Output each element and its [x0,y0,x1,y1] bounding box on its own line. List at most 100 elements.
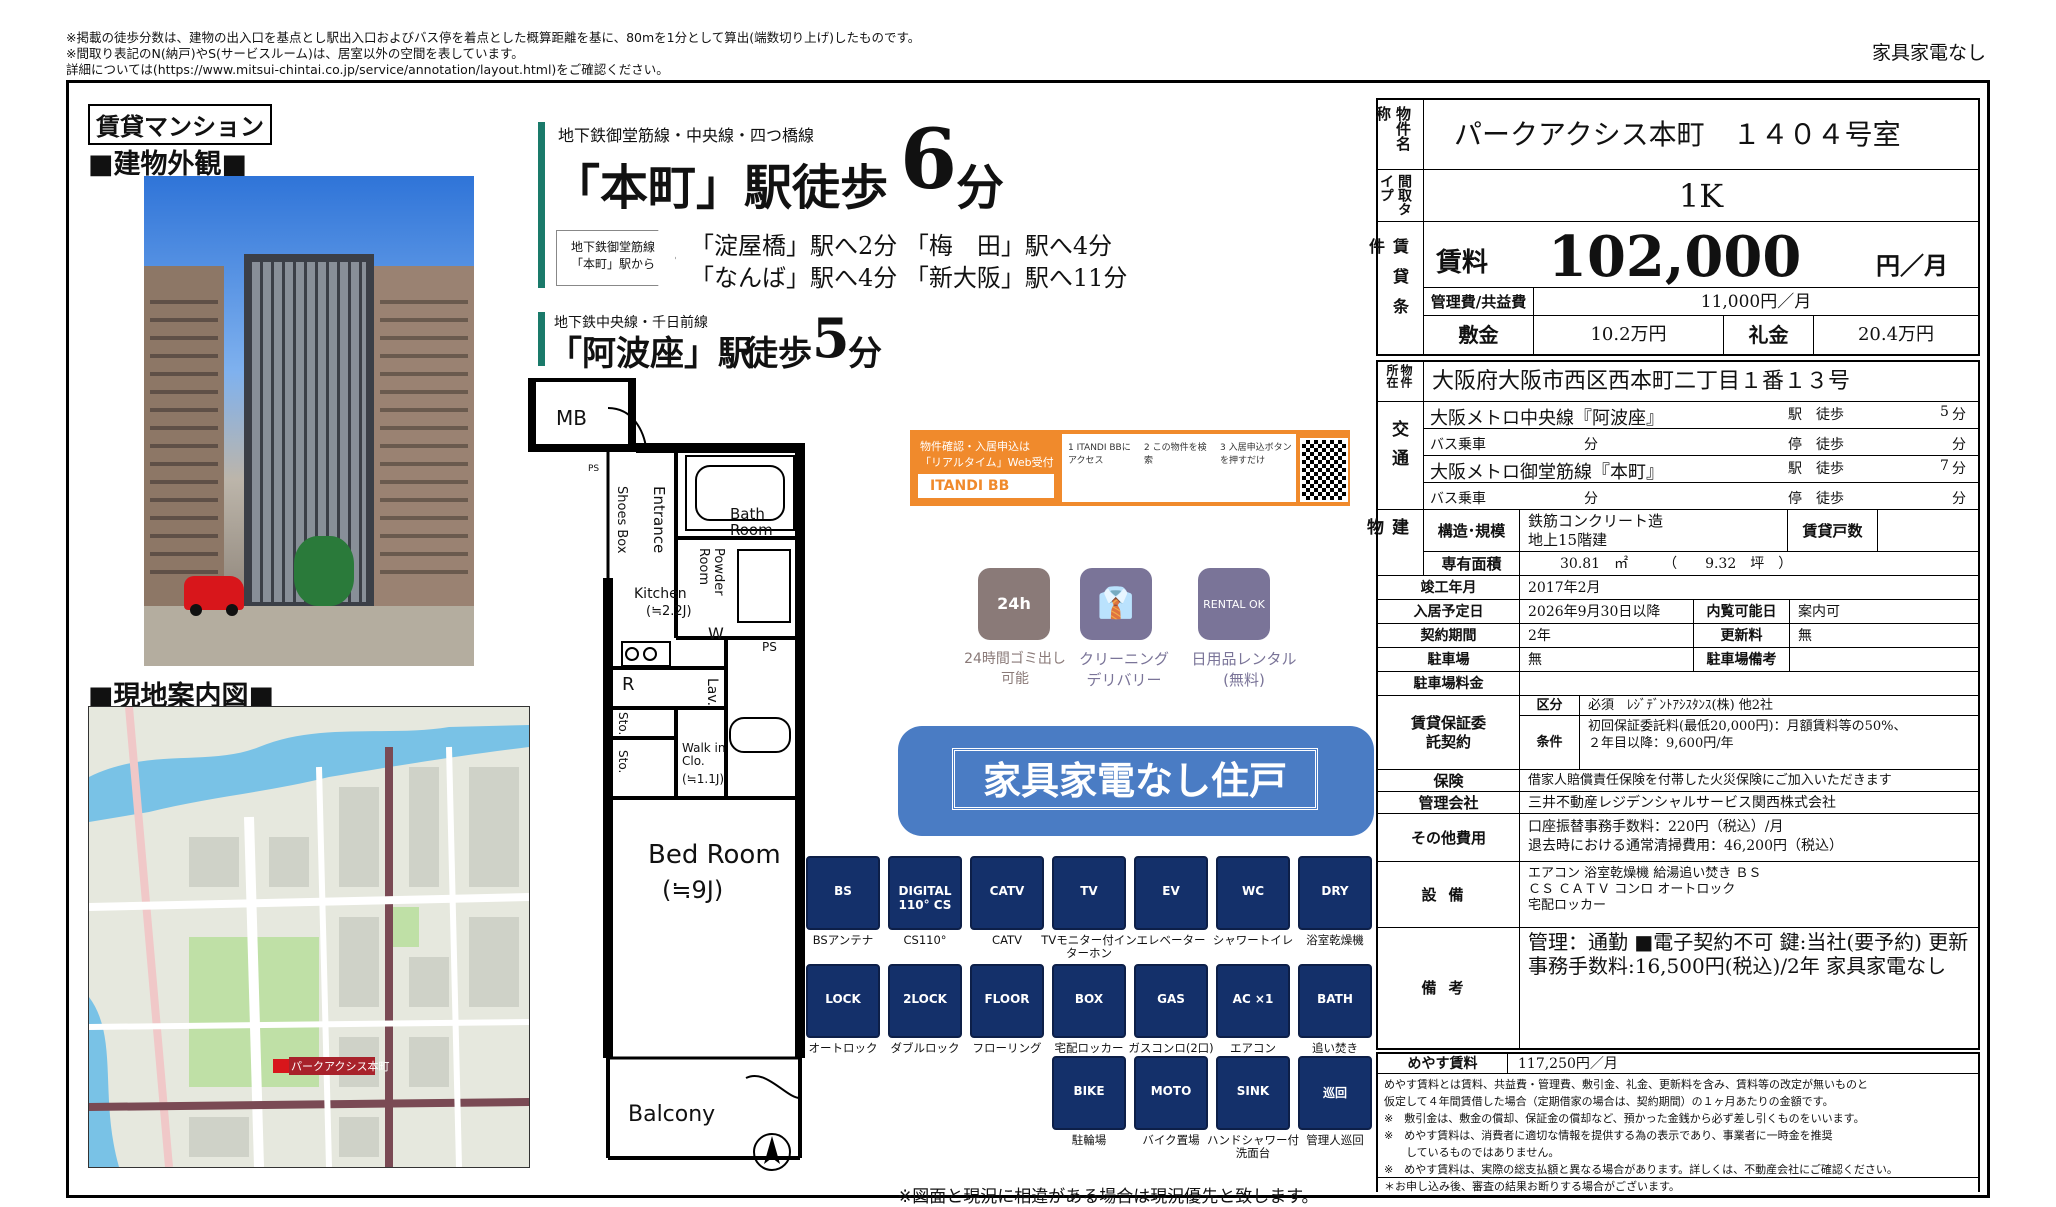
access-bar [538,122,545,288]
rent-row: 賃料 102,000 円／月 [1424,222,1978,290]
walk2-prefix: 徒歩 [744,334,812,374]
built-value: 2017年2月 [1520,576,1978,600]
meyasu-value: 117,250円／月 [1508,1054,1978,1074]
traffic-line: バス乗車 [1430,491,1486,507]
traffic-minutes: 5 [1940,404,1949,420]
kitchen-label: Kitchen [634,586,687,602]
ps2-label: PS [762,640,777,654]
mgmt-label: 管理費/共益費 [1424,288,1534,316]
equipment-value: エアコン 浴室乾燥機 給湯追い焚き ＢＳ ＣＳ ＣＡＴＶ コンロ オートロック … [1520,862,1978,928]
itandi-text2: 「リアルタイム」Web受付 [920,456,1054,469]
units-label: 賃貸戸数 [1788,510,1878,552]
type-label: 間取タイプ [1378,170,1424,222]
furniture-banner-text: 家具家電なし住戸 [952,748,1318,810]
period-value: 2年 [1520,624,1694,648]
deposit-label: 敷金 [1424,316,1534,354]
meyasu-notes: めやす賃料とは賃料、共益費・管理費、敷引金、礼金、更新料を含み、賃料等の改定が無… [1378,1074,1978,1178]
traffic-line: 大阪メトロ中央線『阿波座』 [1430,408,1664,429]
powder-label: Powder Room [696,548,726,596]
service-label-cleaning: クリーニング デリバリー [1078,650,1169,689]
building-label: 建物 [1363,510,1424,576]
elevator-icon: EV [1134,856,1208,930]
equipment-label: 設備 [1378,862,1520,928]
building-photo [144,176,474,666]
lav-label: Lav. [704,678,720,707]
remarks-label: 備考 [1378,928,1520,1048]
itandi-text1: 物件確認・入居申込は [920,440,1030,453]
entrance-label: Entrance [650,486,668,554]
equip-glyph: 2LOCK [903,992,947,1006]
service-label-rental: 日用品レンタル (無料) [1191,650,1297,689]
company-label: 管理会社 [1378,792,1520,814]
route-times-1: 「淀屋橋」駅へ2分 「梅 田」駅へ4分 [690,232,1113,260]
catv-icon: CATV [970,856,1044,930]
renew-value: 無 [1790,624,1978,648]
meyasu-note-line: ※ めやす賃料は、消費者に適切な情報を提供する為の表示であり、事業者に一時金を推… [1384,1129,1833,1142]
final-note: ＊お申し込み後、審査の結果お断りする場合がございます。 [1384,1180,1680,1193]
area-label: 専有面積 [1424,552,1520,576]
equip-glyph: CATV [989,884,1025,898]
flooring-icon: FLOOR [970,964,1044,1038]
double-lock-icon: 2LOCK [888,964,962,1038]
other-cost-label: その他費用 [1378,814,1520,862]
shower-toilet-icon: WC [1216,856,1290,930]
disclaimer-notes: ※掲載の徒歩分数は、建物の出入口を基点とし駅出入口およびバス停を着点とした概算距… [66,30,920,78]
traffic-walk: 駅 徒歩 [1788,407,1844,423]
equip-glyph: 巡回 [1322,1086,1347,1100]
equip-glyph: EV [1162,884,1180,898]
equip-glyph: DIGITAL 110° CS [898,884,952,912]
property-name: パークアクシス本町 １４０４号室 [1424,100,1978,170]
guarantee-label-text: 賃貸保証委託契約 [1410,714,1486,751]
storage1-label: Sto. [616,712,630,736]
bath-dryer-icon: DRY [1298,856,1372,930]
structure-line2: 地上15階建 [1528,531,1608,549]
meyasu-note-line: ※ 敷引金は、敷金の償却、保証金の償却など、預かった金銭から必ず差し引くものをい… [1384,1112,1865,1125]
parking-note-value [1790,648,1978,672]
intercom-icon: TV [1052,856,1126,930]
kubun-value: 必須 ﾚｼﾞﾃﾞﾝﾄｱｼｽﾀﾝｽ(株) 他2社 [1580,696,1978,716]
furniture-label: 家具家電なし [1871,42,1986,64]
auto-lock-icon: LOCK [806,964,880,1038]
equip-glyph: FLOOR [984,992,1030,1006]
traffic-bus-min: 分 [1584,437,1598,453]
equip-glyph: BOX [1074,992,1104,1006]
itandi-brand: ITANDI BB [918,474,1054,498]
traffic-walk: 駅 徒歩 [1788,461,1844,477]
shirt-icon: 👔 [1080,568,1152,640]
itandi-banner[interactable]: 物件確認・入居申込は 「リアルタイム」Web受付 ITANDI BB 1 ITA… [910,430,1350,506]
traffic-unit: 分 [1952,407,1966,423]
itandi-step1: 1 ITANDI BBにアクセス [1068,443,1131,466]
ps-label: PS [588,464,600,474]
reheat-bath-icon: BATH [1298,964,1372,1038]
built-label: 竣工年月 [1378,576,1520,600]
structure-value: 鉄筋コンクリート造 地上15階建 [1520,510,1788,552]
shoes-box-label: Shoes Box [614,486,629,554]
mgmt-fee: 11,000円／月 [1534,288,1978,316]
insurance-label: 保険 [1378,770,1520,792]
preview-value: 案内可 [1790,600,1978,624]
map-drawing [89,707,529,1167]
equip-line3: 宅配ロッカー [1528,898,1607,913]
location-map: パークアクシス本町 [88,706,530,1168]
name-label: 物件名称 [1374,100,1424,170]
traffic-walk: 停 徒歩 [1788,491,1844,507]
other-line2: 退去時における通常清掃費用：46,200円（税込） [1528,838,1843,854]
equip-glyph: WC [1241,884,1265,898]
itandi-steps: 1 ITANDI BBにアクセス 2 この物件を検索 3 入居申込ボタンを押すだ… [1062,434,1296,502]
walk2-minutes: 5 [812,306,850,370]
meyasu-note-line: ※ めやす賃料は、実際の総支払額と異なる場合があります。詳しくは、不動産会社にご… [1384,1163,1898,1176]
equip-glyph: MOTO [1150,1084,1192,1098]
joken-value: 初回保証委託料(最低20,000円)：月額賃料等の50%、 ２年目以降：9,60… [1580,716,1978,770]
mb-label: MB [556,406,587,430]
washer-label: W [708,624,724,643]
line1-caption: 地下鉄御堂筋線・中央線・四つ橋線 [558,126,815,145]
equip-glyph: SINK [1236,1084,1270,1098]
gas-stove-icon: GAS [1134,964,1208,1038]
traffic-line: バス乗車 [1430,437,1486,453]
joken-line2: ２年目以降：9,600円/年 [1588,736,1734,751]
meyasu-note-line: 仮定して４年間賃借した場合（定期借家の場合は、契約期間）の１ヶ月あたりの金額です… [1384,1095,1834,1108]
traffic-minutes: 7 [1940,458,1949,474]
walk1-minutes: 6 [900,112,958,208]
kubun-label: 区分 [1520,696,1580,716]
rental-icon: RENTAL OK [1198,568,1270,640]
